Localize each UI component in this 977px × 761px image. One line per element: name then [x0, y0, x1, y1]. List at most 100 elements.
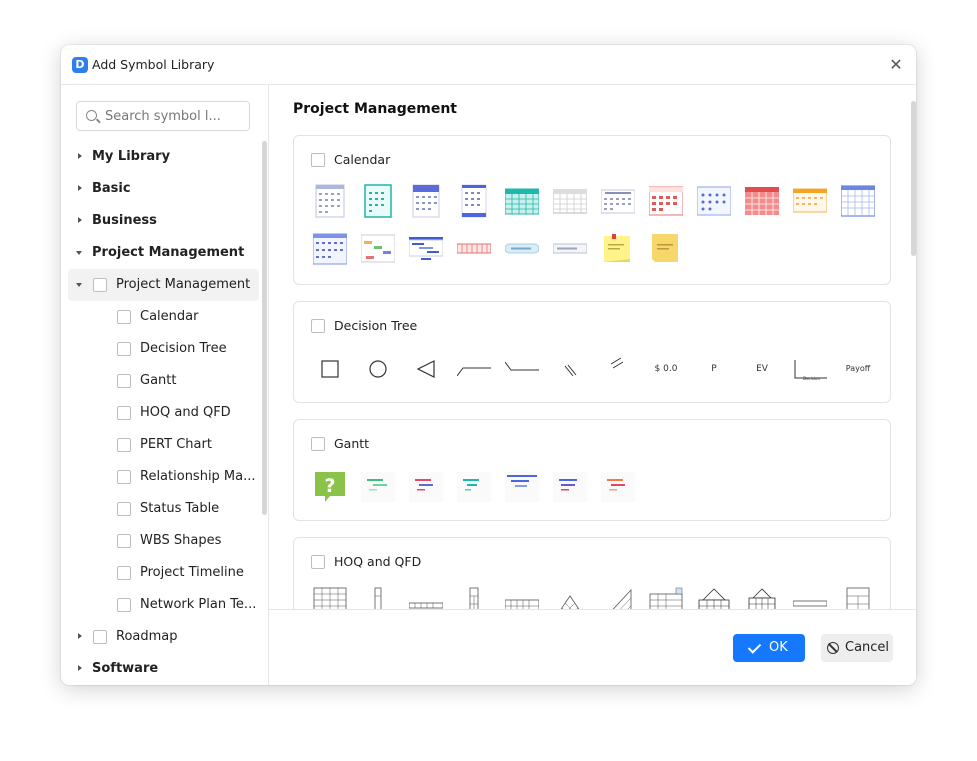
group-checkbox[interactable] [93, 278, 107, 292]
decision-tree-card-checkbox[interactable] [311, 319, 325, 333]
calendar-symbol-3[interactable] [409, 184, 443, 218]
calendar-symbol-4[interactable] [457, 184, 491, 218]
decision-square-symbol[interactable] [313, 352, 347, 386]
search-input[interactable]: Search symbol l... [76, 101, 250, 131]
hoq-checkbox[interactable] [117, 406, 131, 420]
value-symbol[interactable]: $ 0.0 [649, 352, 683, 386]
payoff-symbol[interactable]: Payoff [841, 352, 875, 386]
calendar-symbol-7[interactable] [601, 184, 635, 218]
hoq-symbol-8[interactable] [649, 586, 683, 609]
gantt-symbol-3[interactable] [457, 470, 491, 504]
tree-item-decision-tree[interactable]: Decision Tree [68, 333, 259, 365]
gantt-symbol-6[interactable] [601, 470, 635, 504]
tree-item-basic[interactable]: Basic [68, 173, 259, 205]
calendar-symbol-10[interactable] [745, 184, 779, 218]
branch-up-symbol[interactable] [457, 352, 491, 386]
wbs-checkbox[interactable] [117, 534, 131, 548]
roadmap-checkbox[interactable] [93, 630, 107, 644]
calendar-symbol-2[interactable] [361, 184, 395, 218]
house-of-quality-symbol-1[interactable] [697, 586, 731, 609]
tree-item-label: Decision Tree [140, 341, 227, 356]
tree-item-roadmap[interactable]: Roadmap [68, 621, 259, 653]
calendar-symbol-8[interactable] [649, 184, 683, 218]
calendar-symbol-9[interactable] [697, 184, 731, 218]
double-cut-symbol[interactable] [601, 352, 635, 386]
hoq-bar-symbol[interactable] [793, 586, 827, 609]
close-icon[interactable]: ✕ [887, 56, 905, 74]
tree-item-my-library[interactable]: My Library [68, 141, 259, 173]
hoq-symbol-2[interactable] [361, 586, 395, 609]
chevron-right-icon[interactable] [78, 633, 82, 639]
timeline-checkbox[interactable] [117, 566, 131, 580]
calendar-symbol-16[interactable] [457, 232, 491, 266]
hoq-symbol-3[interactable] [409, 586, 443, 609]
calendar-symbol-11[interactable] [793, 184, 827, 218]
chance-circle-symbol[interactable] [361, 352, 395, 386]
calendar-symbol-15[interactable] [409, 232, 443, 266]
relationship-checkbox[interactable] [117, 470, 131, 484]
calendar-symbol-18[interactable] [553, 232, 587, 266]
gantt-symbol-5[interactable] [553, 470, 587, 504]
sticky-note-symbol-2[interactable] [649, 232, 683, 266]
tree-item-relationship-matrix[interactable]: Relationship Ma... [68, 461, 259, 493]
branch-down-symbol[interactable] [505, 352, 539, 386]
decision-tree-checkbox[interactable] [117, 342, 131, 356]
gantt-symbol-2[interactable] [409, 470, 443, 504]
calendar-card-checkbox[interactable] [311, 153, 325, 167]
gantt-card-checkbox[interactable] [311, 437, 325, 451]
tree-item-calendar[interactable]: Calendar [68, 301, 259, 333]
calendar-symbol-17[interactable] [505, 232, 539, 266]
tree-group-project-management[interactable]: Project Management [68, 269, 259, 301]
gantt-symbol-4[interactable] [505, 470, 539, 504]
hoq-symbol-1[interactable] [313, 586, 347, 609]
tree-item-network-plan[interactable]: Network Plan Te... [68, 589, 259, 621]
tree-item-business[interactable]: Business [68, 205, 259, 237]
decision-bracket-symbol[interactable]: Decision [793, 352, 827, 386]
calendar-symbol-1[interactable] [313, 184, 347, 218]
gantt-checkbox[interactable] [117, 374, 131, 388]
hoq-card-checkbox[interactable] [311, 555, 325, 569]
calendar-symbol-14[interactable] [361, 232, 395, 266]
chevron-right-icon[interactable] [78, 217, 82, 223]
probability-symbol[interactable]: P [697, 352, 731, 386]
hoq-table-symbol[interactable] [841, 586, 875, 609]
hoq-roof-symbol[interactable] [553, 586, 587, 609]
network-plan-checkbox[interactable] [117, 598, 131, 612]
tree-item-project-timeline[interactable]: Project Timeline [68, 557, 259, 589]
hoq-symbol-5[interactable] [505, 586, 539, 609]
calendar-symbol-12[interactable] [841, 184, 875, 218]
preview-scrollbar[interactable] [911, 101, 916, 256]
cut-branch-symbol[interactable] [553, 352, 587, 386]
expected-value-symbol[interactable]: EV [745, 352, 779, 386]
calendar-symbol-5[interactable] [505, 184, 539, 218]
tree-item-hoq-and-qfd[interactable]: HOQ and QFD [68, 397, 259, 429]
chevron-right-icon[interactable] [78, 185, 82, 191]
tree-item-software[interactable]: Software [68, 653, 259, 685]
gantt-card: Gantt ? [293, 419, 891, 521]
gantt-symbol-1[interactable] [361, 470, 395, 504]
chevron-right-icon[interactable] [78, 665, 82, 671]
pert-checkbox[interactable] [117, 438, 131, 452]
chevron-down-icon[interactable] [76, 251, 82, 255]
tree-item-status-table[interactable]: Status Table [68, 493, 259, 525]
tree-item-gantt[interactable]: Gantt [68, 365, 259, 397]
cancel-button[interactable]: Cancel [821, 634, 893, 662]
tree-scrollbar[interactable] [262, 141, 267, 515]
cancel-circle-icon [827, 642, 839, 654]
chevron-down-icon[interactable] [76, 283, 82, 287]
tree-item-pert-chart[interactable]: PERT Chart [68, 429, 259, 461]
tree-item-project-management[interactable]: Project Management [68, 237, 259, 269]
hoq-symbol-4[interactable] [457, 586, 491, 609]
calendar-symbol-6[interactable] [553, 184, 587, 218]
help-question-icon[interactable]: ? [313, 470, 347, 504]
chevron-right-icon[interactable] [78, 153, 82, 159]
calendar-checkbox[interactable] [117, 310, 131, 324]
end-triangle-symbol[interactable] [409, 352, 443, 386]
house-of-quality-symbol-2[interactable] [745, 586, 779, 609]
sticky-note-symbol-1[interactable] [601, 232, 635, 266]
calendar-symbol-13[interactable] [313, 232, 347, 266]
ok-button[interactable]: OK [733, 634, 805, 662]
hoq-symbol-7[interactable] [601, 586, 635, 609]
status-table-checkbox[interactable] [117, 502, 131, 516]
tree-item-wbs-shapes[interactable]: WBS Shapes [68, 525, 259, 557]
